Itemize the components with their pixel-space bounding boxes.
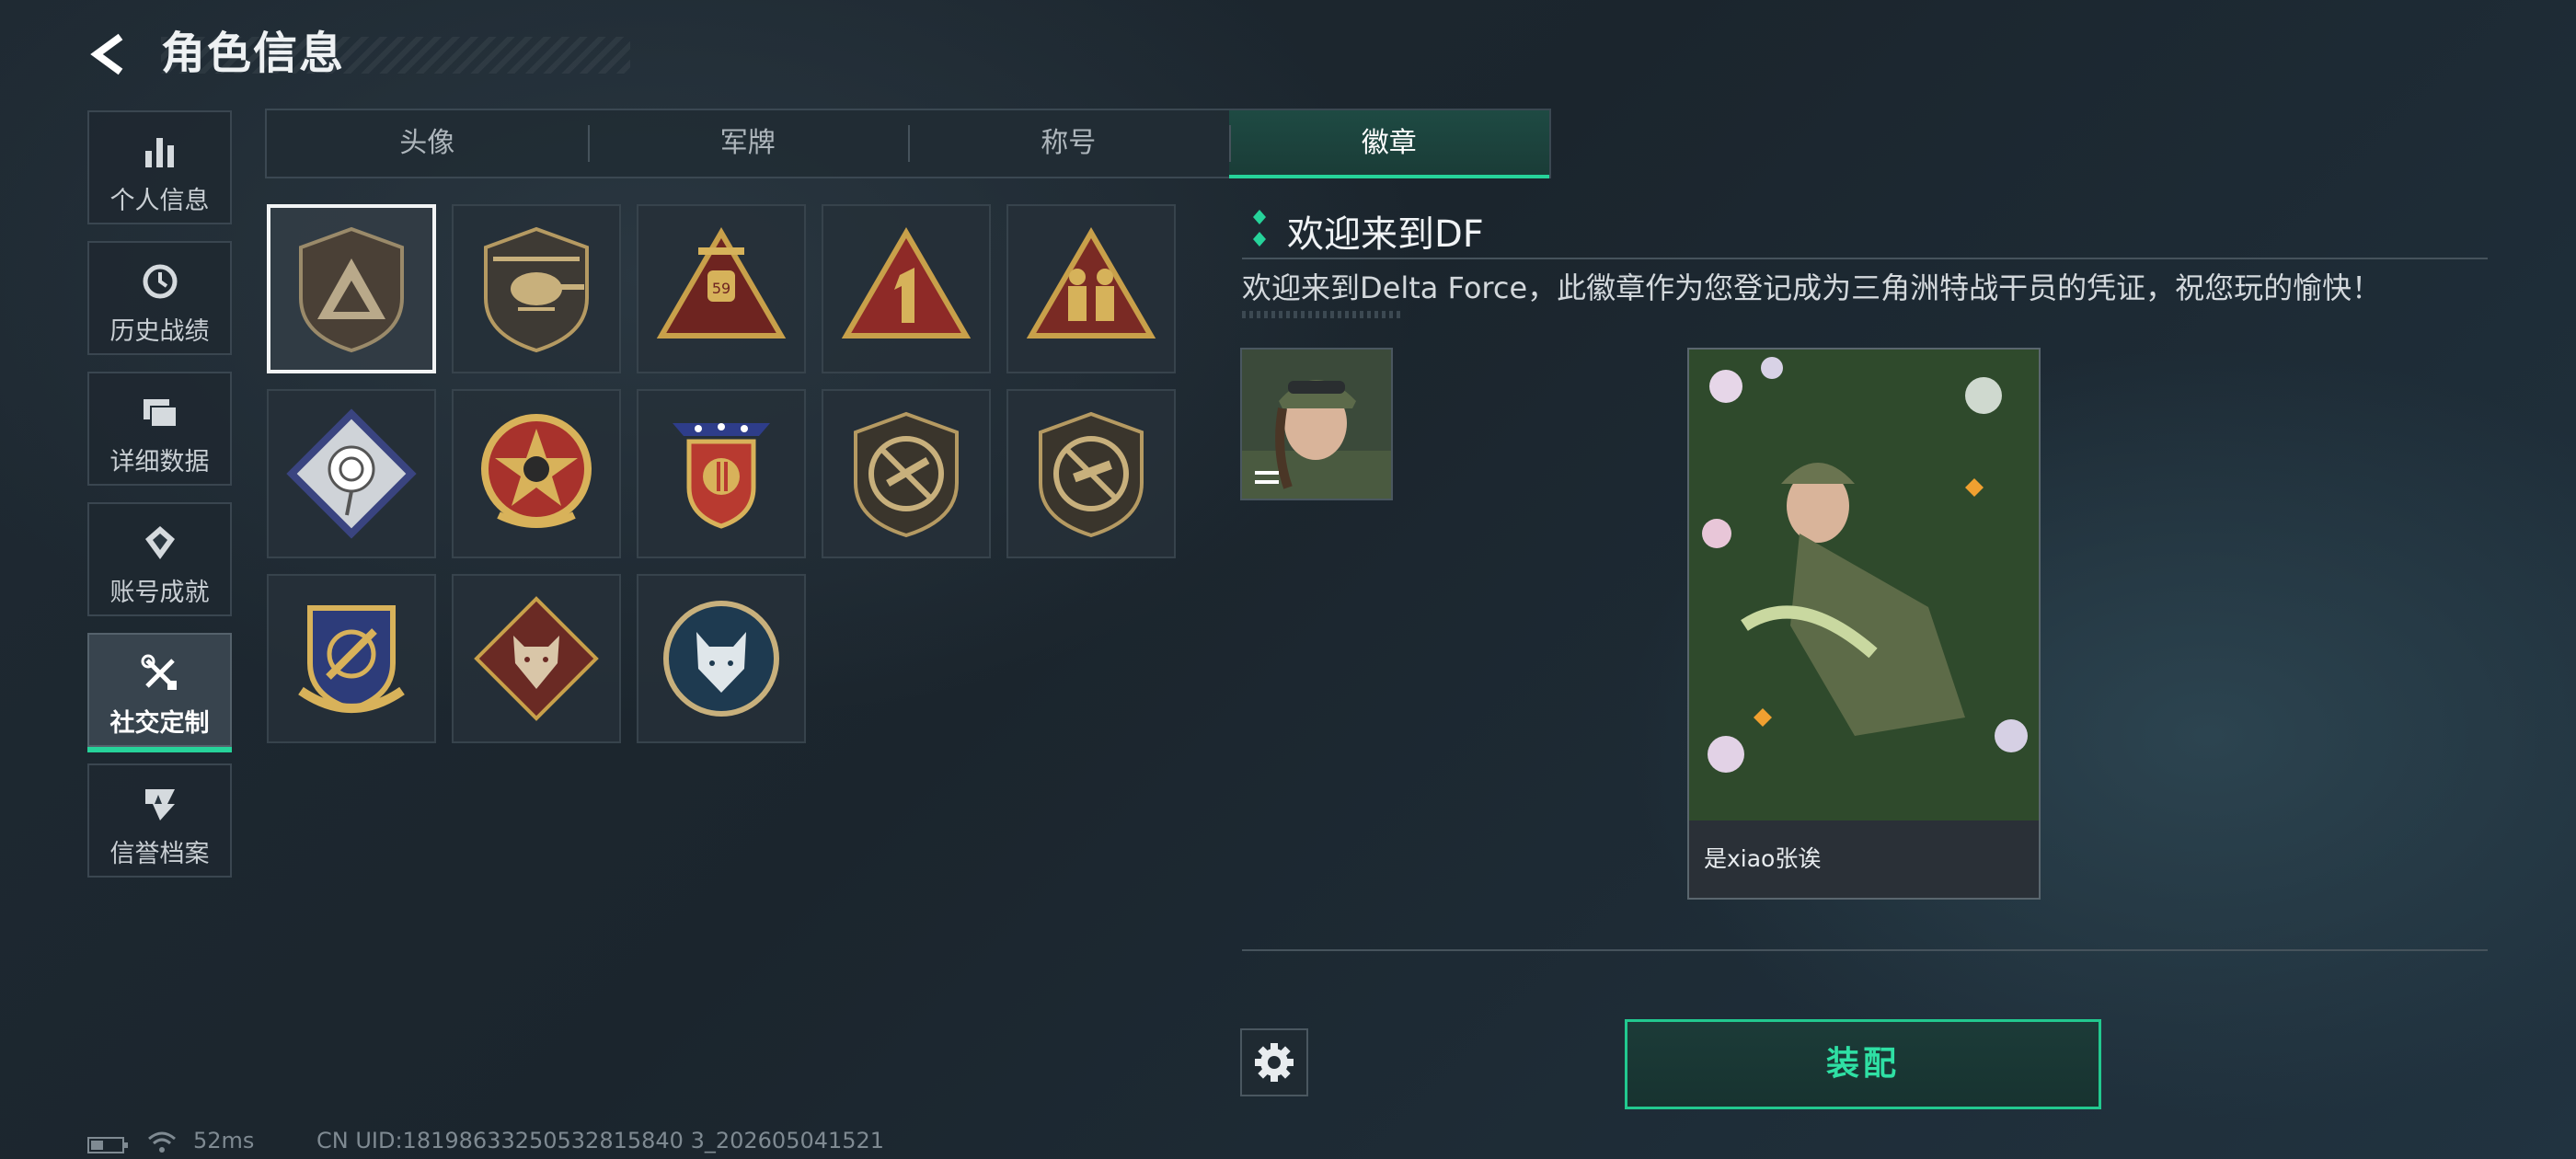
lynx-badge-icon	[663, 601, 779, 717]
badge-cell[interactable]: 59	[637, 204, 806, 373]
character-card[interactable]: 是xiao张诶	[1687, 348, 2041, 900]
tools-icon	[141, 654, 177, 690]
no-rifle-badge-icon	[854, 411, 959, 538]
badge-cell[interactable]	[267, 574, 436, 743]
sidebar-item-history[interactable]: 历史战绩	[87, 241, 232, 355]
sidebar-item-social-customization[interactable]: 社交定制	[87, 633, 232, 752]
sidebar-item-label: 详细数据	[109, 448, 210, 476]
header: 角色信息	[87, 26, 630, 81]
divider	[1242, 949, 2488, 951]
avatar[interactable]	[1240, 348, 1393, 500]
page-title: 角色信息	[161, 28, 346, 79]
crosshair-shield-badge-icon	[298, 605, 405, 713]
gear-icon	[1255, 1043, 1294, 1082]
sidebar-item-label: 信誉档案	[109, 840, 210, 868]
sidebar-item-achievements[interactable]: 账号成就	[87, 502, 232, 616]
equip-button[interactable]: 装配	[1625, 1019, 2101, 1109]
reputation-icon	[144, 789, 175, 820]
uid-readout: CN UID:18198633250532815840 3_2026050415…	[316, 1128, 885, 1153]
soldiers-badge-icon	[1026, 227, 1156, 339]
stars-shield-badge-icon	[673, 423, 770, 529]
delta-triangle-badge-icon	[299, 226, 404, 353]
sidebar-item-detailed-data[interactable]: 详细数据	[87, 372, 232, 486]
badge-cell[interactable]	[267, 204, 436, 373]
sidebar-item-label: 历史战绩	[109, 317, 210, 346]
skull-star-badge-icon	[481, 414, 592, 528]
badge-cell[interactable]	[637, 574, 806, 743]
ping-readout: 52ms	[193, 1128, 255, 1153]
back-arrow-icon[interactable]	[87, 31, 133, 77]
description-decoration	[1242, 311, 1404, 318]
badge-cell[interactable]	[452, 204, 621, 373]
sidebar-item-label: 社交定制	[109, 709, 210, 738]
satellite-59-badge-icon: 59	[656, 227, 787, 339]
avatar-portrait-image	[1242, 350, 1391, 499]
sidebar-item-label: 个人信息	[109, 187, 210, 215]
badge-cell[interactable]	[452, 574, 621, 743]
battery-icon	[87, 1137, 128, 1153]
svg-text:59: 59	[712, 280, 730, 297]
sidebar-item-personal-info[interactable]: 个人信息	[87, 110, 232, 224]
badge-description: 欢迎来到Delta Force，此徽章作为您登记成为三角洲特战干员的凭证，祝您玩…	[1242, 270, 2382, 305]
sidebar-item-label: 账号成就	[109, 579, 210, 607]
tab-title[interactable]: 称号	[908, 110, 1229, 177]
badge-cell[interactable]	[822, 389, 991, 558]
wifi-icon	[148, 1131, 176, 1153]
settings-button[interactable]	[1240, 1028, 1308, 1096]
divider	[1242, 258, 2488, 259]
card-name-bar: 是xiao张诶	[1689, 820, 2039, 898]
achievement-icon	[144, 526, 175, 559]
badge-cell[interactable]	[1006, 389, 1176, 558]
no-smg-badge-icon	[1039, 411, 1144, 538]
badge-cell[interactable]	[822, 204, 991, 373]
history-icon	[143, 264, 177, 299]
sidebar-item-reputation[interactable]: 信誉档案	[87, 763, 232, 878]
badge-cell[interactable]	[637, 389, 806, 558]
badge-cell[interactable]	[452, 389, 621, 558]
rose-badge-icon	[286, 408, 417, 539]
number-1-badge-icon	[841, 227, 972, 339]
tab-badge[interactable]: 徽章	[1228, 110, 1549, 178]
bar-chart-icon	[144, 138, 174, 167]
helicopter-badge-icon	[484, 226, 589, 353]
tab-dog-tag[interactable]: 军牌	[587, 110, 909, 177]
wolf-badge-icon	[474, 596, 599, 721]
folder-icon	[143, 399, 178, 428]
badge-title: 欢迎来到DF	[1287, 213, 1484, 256]
character-card-image	[1689, 350, 2039, 820]
badge-cell[interactable]	[267, 389, 436, 558]
badge-cell[interactable]	[1006, 204, 1176, 373]
tab-avatar[interactable]: 头像	[267, 110, 588, 177]
category-tabs: 头像 军牌 称号 徽章	[265, 109, 1551, 178]
player-name: 是xiao张诶	[1704, 845, 1822, 872]
battery-level	[91, 1141, 103, 1150]
